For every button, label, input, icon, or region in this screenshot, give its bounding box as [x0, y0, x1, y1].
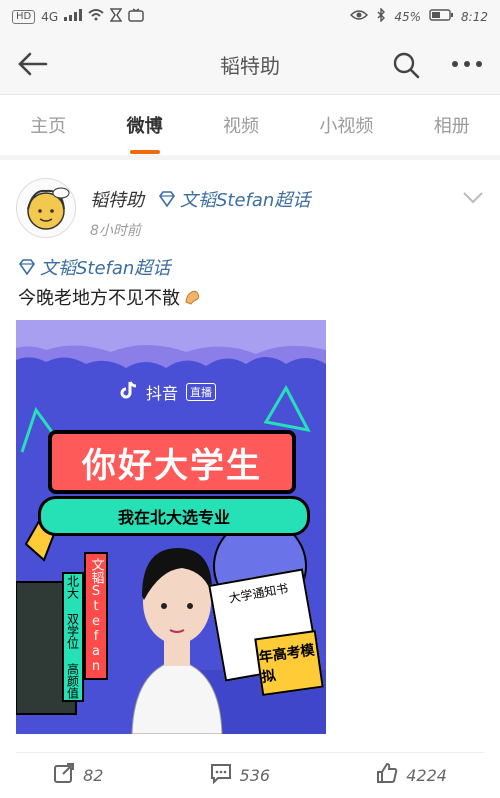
app-header: 韬特助 — [0, 34, 500, 95]
thumbs-up-icon — [376, 762, 398, 788]
status-right: 45% 8:12 — [350, 7, 488, 25]
battery-percent: 45% — [394, 9, 422, 24]
hourglass-icon — [109, 8, 123, 25]
page-title: 韬特助 — [220, 54, 280, 78]
more-icon[interactable] — [450, 52, 484, 76]
signal-icon — [64, 9, 83, 24]
flexed-biceps-icon — [184, 288, 202, 306]
poster-tags-vertical: 北大 双学位 高颜值 — [62, 572, 84, 702]
post-text: 今晚老地方不见不散 — [18, 284, 202, 310]
tiktok-icon — [120, 380, 138, 404]
status-left: HD 4G — [12, 8, 144, 25]
tab-weibo[interactable]: 微博 — [119, 102, 171, 148]
post-card: 韬特助 文韬Stefan超话 8小时前 文韬Stefan超话 今晚老地方不见不散 — [0, 160, 500, 798]
post-image[interactable]: 抖音 直播 你好大学生 我在北大选专业 文韬Stefan 北大 双学位 高颜值 … — [16, 320, 326, 734]
tab-album[interactable]: 相册 — [426, 102, 478, 148]
poster-logo-badge: 直播 — [186, 383, 217, 401]
comment-count: 536 — [239, 765, 271, 785]
chevron-down-icon[interactable] — [462, 190, 484, 204]
post-actions: 82 536 4224 — [0, 760, 500, 790]
battery-icon — [429, 9, 454, 24]
diamond-icon — [158, 190, 176, 208]
topic-link-label: 文韬Stefan超话 — [40, 258, 171, 279]
status-bar: HD 4G 45% 8:12 — [0, 0, 500, 34]
post-topic-chip[interactable]: 文韬Stefan超话 — [158, 186, 310, 212]
search-icon[interactable] — [392, 51, 420, 79]
topic-link[interactable]: 文韬Stefan超话 — [18, 254, 170, 280]
wifi-icon — [88, 9, 104, 24]
share-count: 82 — [83, 765, 104, 785]
poster-corner-card: 年高考模拟 — [254, 629, 324, 697]
hd-indicator: HD — [12, 9, 36, 24]
tv-icon — [128, 8, 144, 25]
like-count: 4224 — [406, 765, 447, 785]
network-type: 4G — [41, 9, 59, 24]
tab-video[interactable]: 视频 — [215, 102, 267, 148]
profile-tabs: 主页 微博 视频 小视频 相册 — [0, 95, 500, 155]
share-button[interactable]: 82 — [53, 762, 103, 788]
comment-button[interactable]: 536 — [210, 762, 271, 788]
bluetooth-icon — [376, 7, 386, 25]
tab-home[interactable]: 主页 — [22, 102, 74, 148]
diamond-icon — [18, 258, 36, 276]
clock: 8:12 — [461, 9, 488, 24]
like-button[interactable]: 4224 — [376, 762, 447, 788]
post-topic-label: 文韬Stefan超话 — [180, 190, 311, 211]
post-username[interactable]: 韬特助 — [90, 186, 144, 212]
poster-name-vertical: 文韬Stefan — [84, 552, 108, 680]
poster-headline: 你好大学生 — [48, 430, 296, 494]
eye-icon — [350, 9, 369, 24]
tab-short-video[interactable]: 小视频 — [311, 102, 381, 148]
share-icon — [53, 762, 75, 788]
poster-logo: 抖音 直播 — [120, 380, 217, 404]
post-time: 8小时前 — [90, 223, 141, 239]
divider — [16, 752, 484, 753]
poster-logo-text: 抖音 — [146, 384, 179, 403]
comment-icon — [210, 762, 232, 788]
avatar[interactable] — [16, 178, 76, 238]
post-text-content: 今晚老地方不见不散 — [18, 288, 180, 309]
